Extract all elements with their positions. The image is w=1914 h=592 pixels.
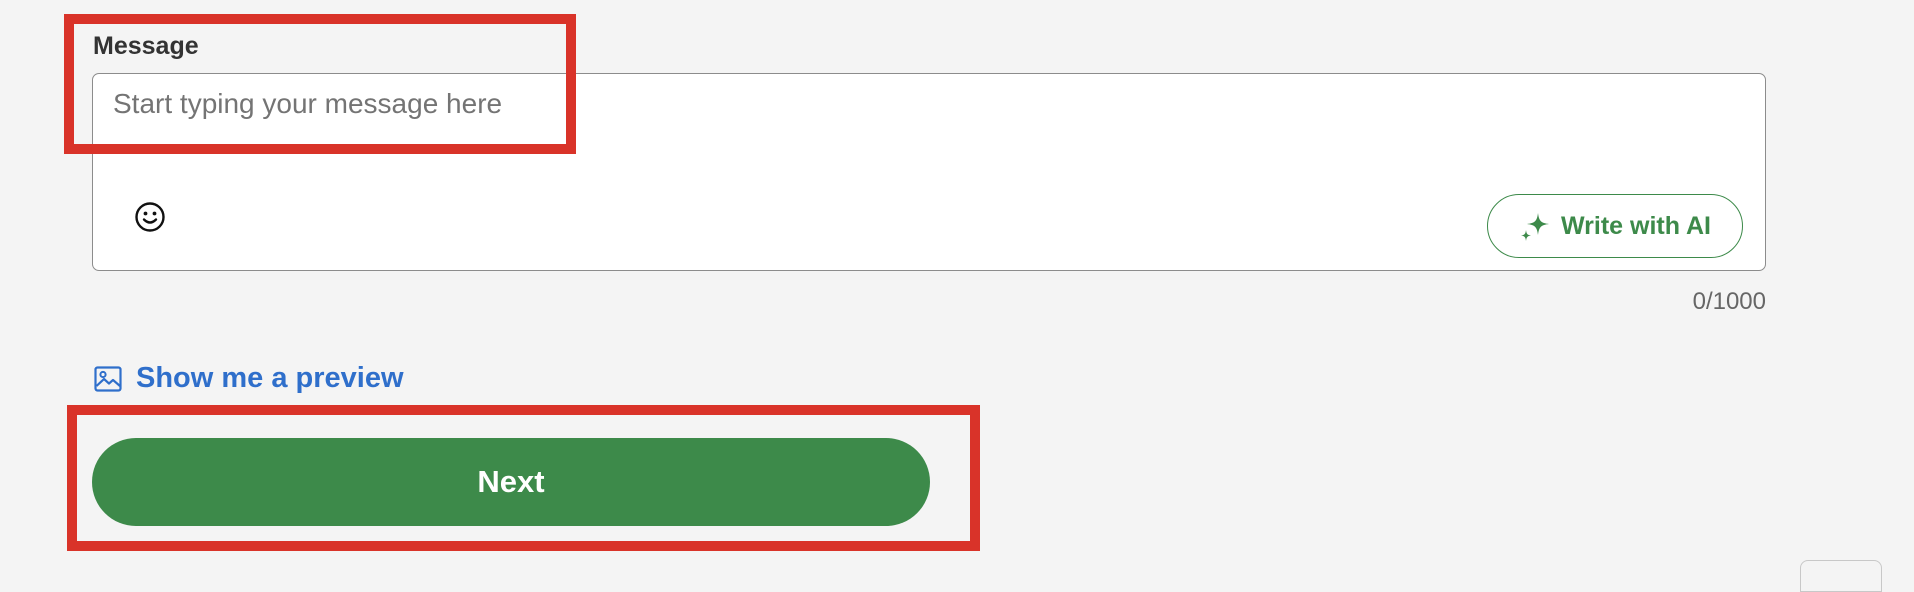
message-field-label: Message [93,32,199,60]
image-icon [94,365,122,392]
character-counter: 0/1000 [1692,288,1766,315]
message-box: Write with AI [92,73,1766,271]
sparkle-icon [1521,213,1549,241]
emoji-button[interactable] [131,198,169,236]
write-with-ai-button[interactable]: Write with AI [1487,194,1743,258]
show-preview-label: Show me a preview [136,362,404,394]
show-preview-link[interactable]: Show me a preview [94,362,404,395]
next-button[interactable]: Next [92,438,930,526]
smiley-face-icon [135,202,165,232]
next-button-label: Next [477,464,545,499]
write-with-ai-label: Write with AI [1561,211,1711,240]
message-input[interactable] [113,84,1743,174]
partial-control-fragment [1800,560,1882,592]
